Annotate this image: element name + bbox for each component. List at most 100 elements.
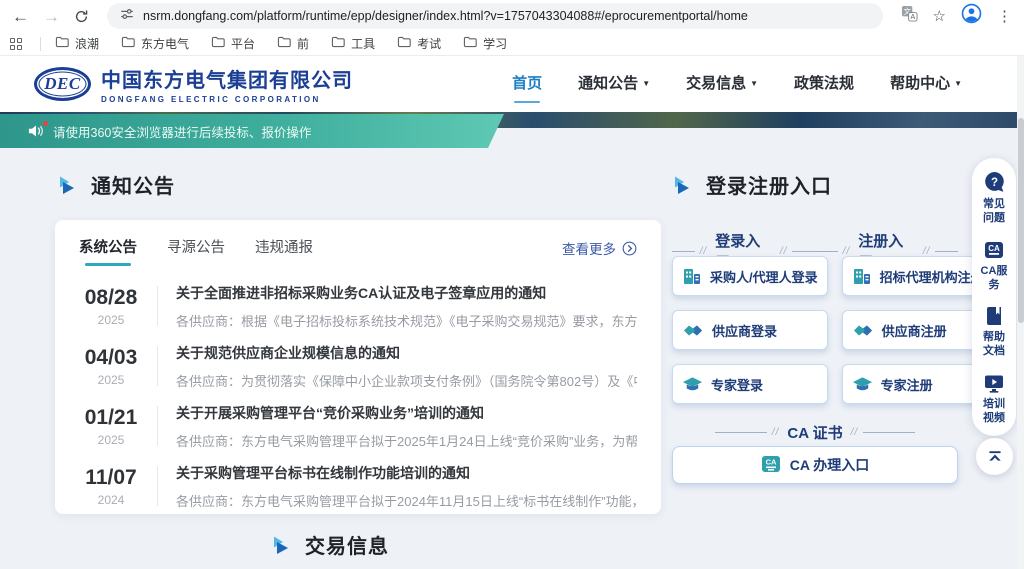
floating-sidebar-item[interactable]: 培训视频 (980, 372, 1008, 426)
gradcap-icon (852, 375, 873, 393)
login-entry-button[interactable]: 专家注册 (842, 364, 994, 404)
circle-arrow-icon (622, 241, 637, 256)
chevron-down-icon: ▼ (954, 79, 962, 88)
svg-text:?: ? (990, 177, 997, 189)
menu-dots-icon[interactable]: ⋮ (997, 9, 1012, 24)
reload-icon[interactable] (74, 9, 89, 24)
notice-title[interactable]: 关于采购管理平台标书在线制作功能培训的通知 (176, 463, 637, 483)
folder-icon (211, 36, 225, 51)
entry-button-label: 专家注册 (881, 375, 933, 394)
tab-label: 寻源公告 (167, 240, 225, 256)
doc-icon (983, 305, 1005, 327)
site-settings-icon[interactable] (120, 7, 134, 26)
nav-item[interactable]: 首页 (512, 72, 542, 97)
notice-list-item[interactable]: 04/03 2025 关于规范供应商企业规模信息的通知 各供应商：为贯彻落实《保… (79, 336, 637, 396)
notice-list-item[interactable]: 01/21 2025 关于开展采购管理平台“竞价采购业务”培训的通知 各供应商：… (79, 396, 637, 456)
company-logo[interactable]: DEC 中国东方电气集团有限公司 DONGFANG ELECTRIC CORPO… (34, 64, 353, 104)
entry-button-label: 供应商注册 (882, 321, 947, 340)
notice-list-item[interactable]: 11/07 2024 关于采购管理平台标书在线制作功能培训的通知 各供应商：东方… (79, 456, 637, 516)
floating-sidebar: ? 常见问题 CA CA服务 帮助文档 培训视频 (972, 158, 1016, 436)
translate-icon[interactable]: 文A (901, 5, 918, 27)
ca-cert-header: // CA 证书 // (672, 422, 958, 443)
scrollbar-thumb[interactable] (1018, 118, 1024, 323)
tab-label: 系统公告 (79, 240, 137, 256)
login-entry-button[interactable]: 采购人/代理人登录 (672, 256, 828, 296)
site-header: DEC 中国东方电气集团有限公司 DONGFANG ELECTRIC CORPO… (0, 56, 1024, 112)
notice-ticker[interactable]: 请使用360安全浏览器进行后续投标、报价操作 (0, 114, 504, 148)
divider (157, 466, 158, 506)
nav-item[interactable]: 交易信息 ▼ (686, 72, 758, 97)
notices-tab[interactable]: 系统公告 (79, 236, 137, 266)
notice-summary: 各供应商：东方电气采购管理平台拟于2024年11月15日上线“标书在线制作”功能… (176, 491, 637, 510)
address-bar[interactable]: nsrm.dongfang.com/platform/runtime/epp/d… (107, 3, 883, 29)
bookmarks-bar: 浪潮 东方电气 平台 前 工具 考试 学习 (0, 32, 1024, 56)
notice-title[interactable]: 关于全面推进非招标采购业务CA认证及电子签章应用的通知 (176, 283, 637, 303)
profile-icon[interactable] (961, 3, 982, 29)
question-icon: ? (983, 171, 1006, 194)
nav-item[interactable]: 政策法规 (794, 72, 854, 97)
login-entry-button[interactable]: 供应商登录 (672, 310, 828, 350)
ca-apply-label: CA 办理入口 (790, 455, 870, 475)
bookmark-folder[interactable]: 东方电气 (121, 35, 189, 52)
tab-label: 违规通报 (255, 240, 313, 256)
bookmark-label: 东方电气 (141, 35, 189, 52)
notice-date: 04/03 (79, 346, 143, 370)
bookmark-folder[interactable]: 浪潮 (55, 35, 99, 52)
back-to-top-icon (986, 448, 1004, 466)
scrollbar[interactable] (1017, 56, 1024, 569)
section-arrow-icon (57, 175, 79, 195)
nav-item[interactable]: 帮助中心 ▼ (890, 72, 962, 97)
svg-text:CA: CA (988, 244, 1000, 253)
notice-summary: 各供应商：东方电气采购管理平台拟于2025年1月24日上线“竞价采购”业务，为帮… (176, 431, 637, 450)
folder-icon (277, 36, 291, 51)
back-icon[interactable]: ← (12, 8, 29, 25)
back-to-top-button[interactable] (976, 438, 1013, 475)
building-icon (682, 266, 702, 286)
login-entry-button[interactable]: 招标代理机构注册 (842, 256, 994, 296)
login-entry-button[interactable]: 专家登录 (672, 364, 828, 404)
nav-item-label: 首页 (512, 72, 542, 93)
speaker-icon (28, 124, 44, 138)
folder-icon (463, 36, 477, 51)
bookmark-label: 平台 (231, 35, 255, 52)
gradcap-icon (682, 375, 703, 393)
floating-sidebar-item[interactable]: 帮助文档 (980, 305, 1008, 359)
entry-button-label: 采购人/代理人登录 (710, 267, 818, 286)
nav-item-label: 政策法规 (794, 72, 854, 93)
bookmark-folder[interactable]: 工具 (331, 35, 375, 52)
apps-grid-icon[interactable] (10, 38, 22, 50)
login-section-title: 登录注册入口 (706, 170, 832, 199)
bookmark-star-icon[interactable]: ☆ (933, 9, 946, 24)
folder-icon (397, 36, 411, 51)
divider (157, 346, 158, 386)
nav-item-label: 帮助中心 (890, 72, 950, 93)
url-text[interactable]: nsrm.dongfang.com/platform/runtime/epp/d… (143, 9, 748, 23)
ca-apply-button[interactable]: CA CA 办理入口 (672, 446, 958, 484)
floating-item-label: 常见问题 (980, 197, 1008, 226)
chevron-down-icon: ▼ (750, 79, 758, 88)
ca-card-icon: CA (761, 454, 781, 477)
floating-sidebar-item[interactable]: CA CA服务 (980, 239, 1008, 293)
trade-section-header: 交易信息 (0, 530, 660, 559)
view-more-link[interactable]: 查看更多 (562, 238, 637, 264)
notice-list-item[interactable]: 08/28 2025 关于全面推进非招标采购业务CA认证及电子签章应用的通知 各… (79, 276, 637, 336)
bookmark-folder[interactable]: 考试 (397, 35, 441, 52)
bookmark-label: 工具 (351, 35, 375, 52)
floating-sidebar-item[interactable]: ? 常见问题 (980, 171, 1008, 226)
nav-item-label: 交易信息 (686, 72, 746, 93)
notices-tabs: 系统公告 寻源公告 违规通报 查看更多 (79, 236, 637, 266)
notice-year: 2025 (79, 313, 143, 327)
divider (157, 406, 158, 446)
notices-tab[interactable]: 寻源公告 (167, 236, 225, 266)
bookmark-folder[interactable]: 学习 (463, 35, 507, 52)
login-entry-button[interactable]: 供应商注册 (842, 310, 994, 350)
notice-date: 08/28 (79, 286, 143, 310)
bookmark-folder[interactable]: 前 (277, 35, 309, 52)
notices-tab[interactable]: 违规通报 (255, 236, 313, 266)
forward-icon[interactable]: → (43, 8, 60, 25)
bookmark-folder[interactable]: 平台 (211, 35, 255, 52)
nav-item[interactable]: 通知公告 ▼ (578, 72, 650, 97)
notice-title[interactable]: 关于开展采购管理平台“竞价采购业务”培训的通知 (176, 403, 637, 423)
notice-title[interactable]: 关于规范供应商企业规模信息的通知 (176, 343, 637, 363)
notice-year: 2024 (79, 493, 143, 507)
